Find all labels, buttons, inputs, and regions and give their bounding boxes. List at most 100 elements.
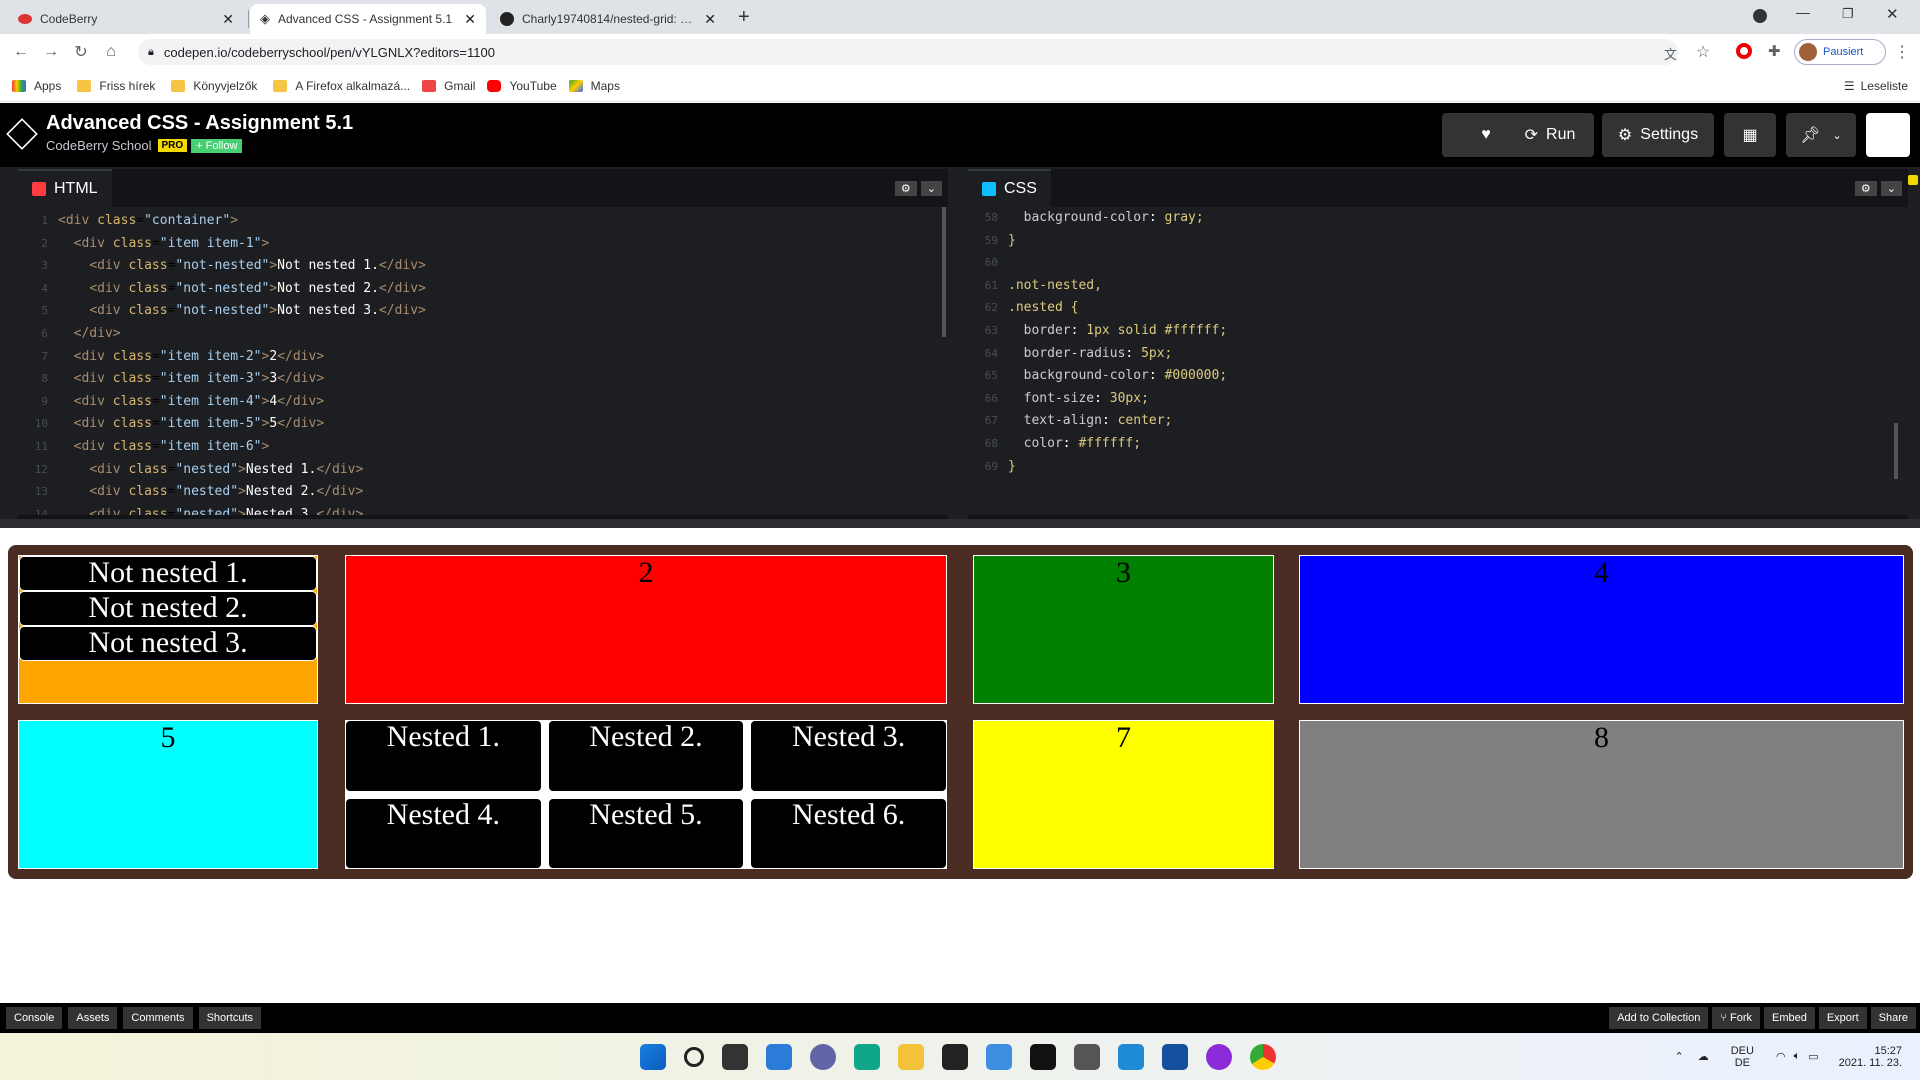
share-button[interactable]: Share	[1870, 1007, 1916, 1029]
task-view-icon[interactable]	[722, 1043, 748, 1070]
tab-codeberry[interactable]: CodeBerry ✕	[8, 4, 244, 34]
bookmark-apps[interactable]: Apps	[12, 79, 61, 93]
html-code-area[interactable]: 1 <div class="container"> 2 <div class="it…	[18, 207, 948, 515]
html-collapse-icon[interactable]: ⌄	[920, 180, 942, 196]
close-window-icon[interactable]: ✕	[1886, 5, 1899, 23]
url-bar[interactable]: 🔒︎ codepen.io/codeberryschool/pen/vYLGNL…	[138, 39, 1678, 65]
app-icon[interactable]	[1162, 1043, 1188, 1070]
chevron-up-icon[interactable]: ⌃	[1675, 1050, 1684, 1063]
author-name[interactable]: CodeBerry School	[46, 138, 152, 153]
run-button[interactable]: ⟳ Run	[1506, 113, 1594, 157]
html-code-line[interactable]: 3 <div class="not-nested">Not nested 1.<…	[18, 255, 948, 278]
close-tab-icon[interactable]: ✕	[704, 11, 716, 28]
battery-icon[interactable]: ▭	[1808, 1050, 1818, 1063]
home-icon[interactable]: ⌂	[100, 43, 122, 61]
css-code-line[interactable]: 66 font-size: 30px;	[968, 388, 1908, 411]
fork-button[interactable]: ⑂ Fork	[1712, 1007, 1760, 1029]
follow-button[interactable]: + Follow	[191, 138, 243, 153]
tab-search-icon[interactable]	[1753, 9, 1767, 23]
new-tab-icon[interactable]: +	[738, 6, 750, 29]
html-code-line[interactable]: 10 <div class="item item-5">5</div>	[18, 413, 948, 436]
chrome-icon[interactable]	[1250, 1043, 1276, 1070]
wifi-icon[interactable]: ◠	[1776, 1050, 1786, 1063]
resize-handle[interactable]	[0, 519, 1920, 528]
close-tab-icon[interactable]: ✕	[464, 11, 476, 28]
html-code-line[interactable]: 9 <div class="item item-4">4</div>	[18, 391, 948, 414]
terminal-icon[interactable]	[942, 1043, 968, 1070]
css-code-line[interactable]: 63 border: 1px solid #ffffff;	[968, 320, 1908, 343]
css-code-line[interactable]: 65 background-color: #000000;	[968, 365, 1908, 388]
assets-button[interactable]: Assets	[68, 1007, 118, 1029]
embed-button[interactable]: Embed	[1763, 1007, 1815, 1029]
volume-icon[interactable]: 🔈︎	[1794, 1050, 1801, 1063]
back-icon[interactable]: ←	[10, 43, 32, 61]
html-scrollbar[interactable]	[942, 207, 946, 337]
css-editor-tab[interactable]: CSS	[968, 169, 1051, 207]
css-code-line[interactable]: 68 color: #ffffff;	[968, 433, 1908, 456]
notepad-icon[interactable]	[986, 1043, 1012, 1070]
podcast-icon[interactable]	[1206, 1043, 1232, 1070]
extensions-icon[interactable]: ✚	[1768, 42, 1781, 60]
bookmark-star-icon[interactable]: ☆	[1696, 42, 1710, 62]
css-code-line[interactable]: 62 .nested {	[968, 297, 1908, 320]
vscode-icon[interactable]	[1118, 1043, 1144, 1070]
start-icon[interactable]	[640, 1043, 666, 1070]
html-editor-tab[interactable]: HTML	[18, 169, 112, 207]
minimize-icon[interactable]: —	[1796, 4, 1810, 20]
shortcuts-button[interactable]: Shortcuts	[198, 1007, 262, 1029]
css-code-line[interactable]: 64 border-radius: 5px;	[968, 343, 1908, 366]
store-icon[interactable]	[854, 1043, 880, 1070]
layout-button[interactable]: ▦	[1724, 113, 1776, 157]
settings-button[interactable]: ⚙ Settings	[1602, 113, 1714, 157]
bookmark-maps[interactable]: Maps	[568, 79, 620, 93]
console-button[interactable]: Console	[6, 1007, 63, 1029]
css-code-line[interactable]: 60	[968, 252, 1908, 275]
export-button[interactable]: Export	[1818, 1007, 1867, 1029]
html-settings-icon[interactable]: ⚙	[894, 180, 917, 196]
teams-icon[interactable]	[810, 1043, 836, 1070]
html-code-line[interactable]: 4 <div class="not-nested">Not nested 2.<…	[18, 278, 948, 301]
html-code-line[interactable]: 2 <div class="item item-1">	[18, 233, 948, 256]
css-code-line[interactable]: 69}	[968, 456, 1908, 479]
bookmark-friss[interactable]: Friss hírek	[77, 79, 155, 93]
css-scrollbar[interactable]	[1894, 423, 1898, 479]
language-indicator[interactable]: DEU DE	[1731, 1045, 1754, 1069]
pen-title[interactable]: Advanced CSS - Assignment 5.1	[46, 112, 353, 135]
forward-icon[interactable]: →	[40, 43, 62, 61]
user-avatar[interactable]	[1866, 113, 1910, 157]
file-explorer-icon[interactable]	[898, 1043, 924, 1070]
css-code-line[interactable]: 67 text-align: center;	[968, 410, 1908, 433]
comments-button[interactable]: Comments	[123, 1007, 193, 1029]
bookmark-youtube[interactable]: YouTube	[487, 79, 557, 93]
tab-github[interactable]: Charly19740814/nested-grid: bea ✕	[490, 4, 726, 34]
html-code-line[interactable]: 6 </div>	[18, 323, 948, 346]
html-code-line[interactable]: 7 <div class="item item-2">2</div>	[18, 346, 948, 369]
onedrive-icon[interactable]: ☁	[1698, 1050, 1709, 1063]
css-settings-icon[interactable]: ⚙	[1854, 180, 1877, 196]
html-code-line[interactable]: 12 <div class="nested">Nested 1.</div>	[18, 459, 948, 482]
add-to-collection-button[interactable]: Add to Collection	[1609, 1007, 1709, 1029]
opera-icon[interactable]	[1736, 43, 1752, 59]
css-collapse-icon[interactable]: ⌄	[1880, 180, 1902, 196]
notion-icon[interactable]	[1030, 1043, 1056, 1070]
html-code-line[interactable]: 1 <div class="container">	[18, 210, 948, 233]
html-code-line[interactable]: 13 <div class="nested">Nested 2.</div>	[18, 481, 948, 504]
translate-icon[interactable]: 文	[1664, 44, 1677, 63]
restore-icon[interactable]: ❐	[1842, 6, 1854, 22]
css-code-line[interactable]: 58 background-color: gray;	[968, 207, 1908, 230]
html-code-line[interactable]: 14 <div class="nested">Nested 3.</div>	[18, 504, 948, 515]
clock[interactable]: 15:27 2021. 11. 23.	[1839, 1045, 1902, 1069]
css-code-line[interactable]: 59}	[968, 230, 1908, 253]
tab-advanced-css[interactable]: ◈ Advanced CSS - Assignment 5.1 ✕	[250, 4, 486, 34]
reading-list[interactable]: ☰ Leseliste	[1844, 79, 1908, 93]
search-icon[interactable]	[684, 1046, 704, 1067]
calculator-icon[interactable]	[1074, 1043, 1100, 1070]
bookmark-konyvjelzok[interactable]: Könyvjelzők	[171, 79, 257, 93]
css-code-area[interactable]: 58 background-color: gray; 59} 60 61 .not-ne…	[968, 207, 1908, 515]
profile-button[interactable]: Pausiert	[1794, 39, 1886, 65]
reload-icon[interactable]: ↻	[70, 42, 92, 62]
pin-button[interactable]: 📌︎ ⌄	[1786, 113, 1856, 157]
menu-icon[interactable]: ⋮	[1894, 42, 1910, 62]
html-code-line[interactable]: 8 <div class="item item-3">3</div>	[18, 368, 948, 391]
close-tab-icon[interactable]: ✕	[222, 11, 234, 28]
